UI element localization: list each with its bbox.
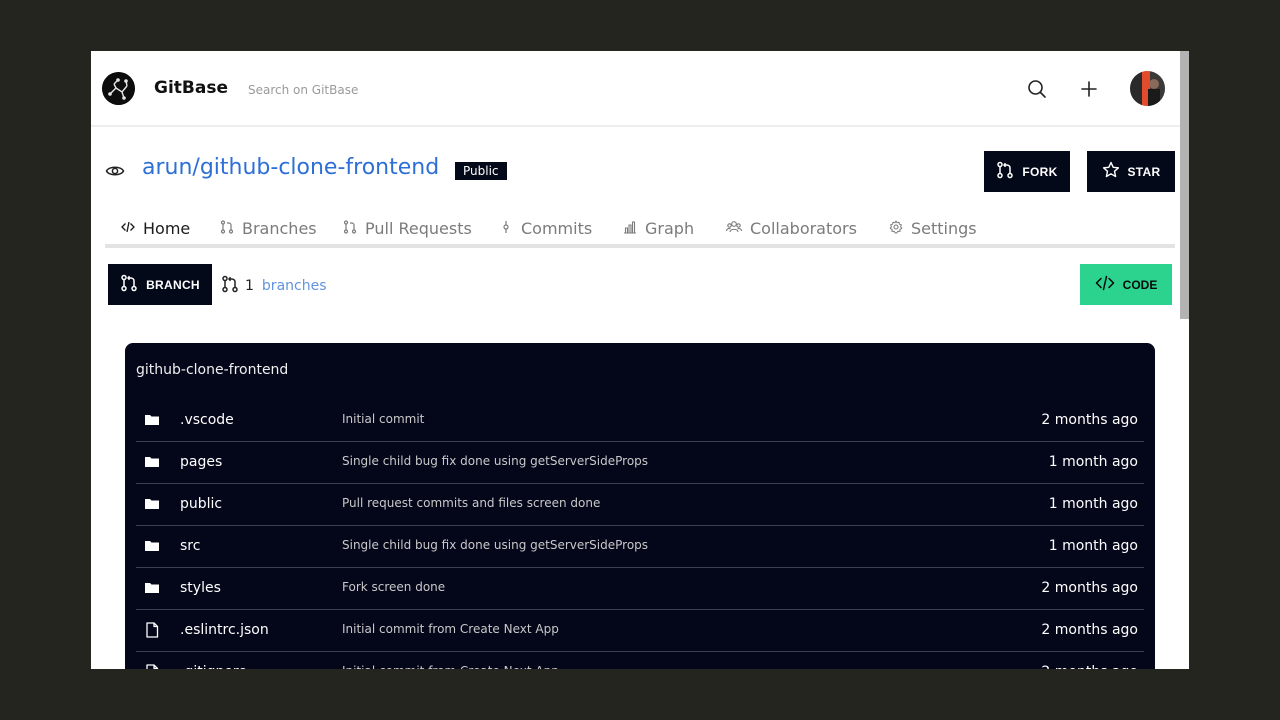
branch-count-number: 1 [245,278,254,294]
commit-message[interactable]: Initial commit from Create Next App [342,664,559,669]
commit-time: 1 month ago [1048,454,1138,470]
plus-icon[interactable] [1078,78,1100,100]
repo-tabs: Home Branches Pull Requests Commits Grap… [105,211,1175,248]
file-row[interactable]: .eslintrc.json Initial commit from Create… [136,610,1144,652]
tab-label: Graph [645,219,695,238]
commit-message[interactable]: Single child bug fix done using getServe… [342,538,648,552]
gear-icon [889,219,903,238]
file-icon [144,664,160,669]
scrollbar[interactable] [1180,51,1189,319]
git-commit-icon [499,219,513,238]
commit-time: 2 months ago [1041,664,1138,669]
file-list: .vscode Initial commit 2 months ago pages Si… [136,400,1144,669]
repo-root-title: github-clone-frontend [136,362,289,378]
commit-message[interactable]: Pull request commits and files screen do… [342,496,600,510]
tab-label: Pull Requests [365,219,472,238]
commit-time: 2 months ago [1041,412,1138,428]
tab-pull-requests[interactable]: Pull Requests [343,219,472,238]
star-icon [1102,161,1120,182]
visibility-badge: Public [455,162,507,180]
git-pull-icon [343,219,357,238]
commit-time: 2 months ago [1041,622,1138,638]
file-row[interactable]: .vscode Initial commit 2 months ago [136,400,1144,442]
users-icon [725,219,743,238]
commit-message[interactable]: Fork screen done [342,580,445,594]
file-browser: github-clone-frontend .vscode Initial com… [125,343,1155,669]
tab-label: Commits [521,219,593,238]
git-pull-icon [996,161,1014,182]
file-row[interactable]: styles Fork screen done 2 months ago [136,568,1144,610]
tab-commits[interactable]: Commits [499,219,592,238]
file-row[interactable]: src Single child bug fix done using getSe… [136,526,1144,568]
tab-graph[interactable]: Graph [623,219,694,238]
file-row[interactable]: pages Single child bug fix done using get… [136,442,1144,484]
git-pull-icon [220,219,234,238]
gitbase-logo[interactable] [102,72,135,105]
fork-label: FORK [1022,164,1058,179]
commit-message[interactable]: Initial commit [342,412,424,426]
folder-icon [144,580,160,596]
code-icon [1095,275,1115,294]
folder-icon [144,538,160,554]
repo-title[interactable]: arun/github-clone-frontend [142,155,439,180]
top-navbar: GitBase [91,51,1180,127]
file-name[interactable]: public [180,496,222,512]
file-row[interactable]: public Pull request commits and files scr… [136,484,1144,526]
eye-icon [105,161,125,181]
code-button[interactable]: CODE [1080,264,1172,305]
folder-icon [144,454,160,470]
tab-branches[interactable]: Branches [220,219,317,238]
tab-settings[interactable]: Settings [889,219,977,238]
fork-button[interactable]: FORK [984,151,1070,192]
folder-icon [144,496,160,512]
file-name[interactable]: .vscode [180,412,234,428]
commit-message[interactable]: Initial commit from Create Next App [342,622,559,636]
star-label: STAR [1127,164,1161,179]
file-icon [144,622,160,638]
tab-label: Settings [911,219,977,238]
tab-label: Branches [242,219,317,238]
file-name[interactable]: styles [180,580,221,596]
commit-time: 1 month ago [1048,496,1138,512]
tab-home[interactable]: Home [121,219,190,238]
file-name[interactable]: .eslintrc.json [180,622,269,638]
tab-label: Collaborators [750,219,857,238]
file-name[interactable]: .gitignore [180,664,247,669]
branch-button[interactable]: BRANCH [108,264,212,305]
star-button[interactable]: STAR [1087,151,1175,192]
file-name[interactable]: src [180,538,200,554]
git-pull-icon [221,275,239,297]
search-icon[interactable] [1026,78,1048,100]
file-name[interactable]: pages [180,454,222,470]
tab-label: Home [143,219,191,238]
git-pull-icon [120,274,138,295]
code-label: CODE [1122,277,1158,292]
branches-link[interactable]: branches [262,278,327,294]
code-icon [121,219,135,238]
avatar[interactable] [1130,71,1165,106]
branch-label: BRANCH [146,277,200,292]
folder-icon [144,412,160,428]
brand-name[interactable]: GitBase [154,78,228,98]
commit-time: 1 month ago [1048,538,1138,554]
commit-time: 2 months ago [1041,580,1138,596]
branch-count: 1 branches [221,275,327,297]
search-input[interactable] [248,80,548,100]
tab-collaborators[interactable]: Collaborators [725,219,857,238]
bar-chart-icon [623,219,637,238]
file-row[interactable]: .gitignore Initial commit from Create Nex… [136,652,1144,669]
commit-message[interactable]: Single child bug fix done using getServe… [342,454,648,468]
browser-window: GitBase arun/github-clone-frontend Publi… [91,51,1189,669]
